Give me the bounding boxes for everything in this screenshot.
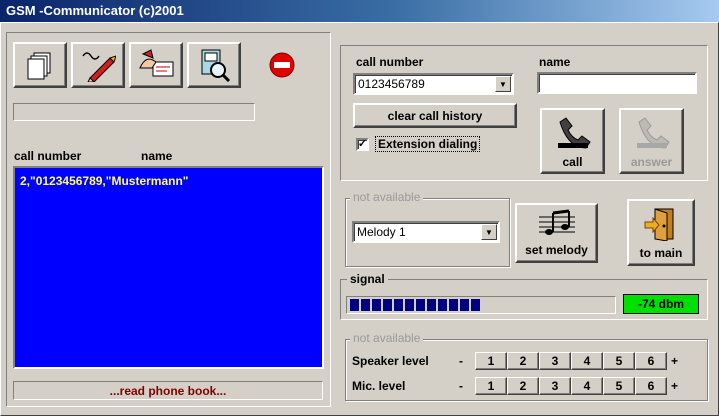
to-main-button[interactable]: to main <box>627 199 695 266</box>
speaker-level-1-button[interactable]: 1 <box>475 352 507 370</box>
extension-dialing-checkbox[interactable]: ✓ Extension dialing <box>356 136 481 152</box>
speaker-level-minus: - <box>459 354 463 368</box>
phone-search-button[interactable] <box>187 42 241 88</box>
melody-group-label: not available <box>350 190 424 204</box>
mic-level-4-button[interactable]: 4 <box>571 377 603 395</box>
set-melody-button[interactable]: set melody <box>515 203 598 263</box>
signal-segment <box>460 299 469 311</box>
stop-icon <box>269 52 295 78</box>
music-notes-icon <box>538 209 575 235</box>
mic-level-5-button[interactable]: 5 <box>603 377 635 395</box>
speaker-level-2-button[interactable]: 2 <box>507 352 539 370</box>
name-field[interactable] <box>537 72 697 94</box>
signal-segment <box>449 299 458 311</box>
call-number-label: call number <box>356 55 424 69</box>
levels-group-label: not available <box>350 331 424 345</box>
phonebook-status-text: ...read phone book... <box>109 383 227 398</box>
signal-segment <box>416 299 425 311</box>
signal-value-box: -74 dbm <box>623 294 699 314</box>
speaker-level-6-button[interactable]: 6 <box>635 352 667 370</box>
phonebook-name-header: name <box>141 149 173 163</box>
signal-segment <box>438 299 447 311</box>
write-entry-button[interactable] <box>71 42 125 88</box>
window-title: GSM -Communicator (c)2001 <box>6 3 184 18</box>
signal-segment <box>405 299 414 311</box>
speaker-level-label: Speaker level <box>352 354 429 368</box>
call-button[interactable]: call <box>540 108 605 174</box>
call-number-value: 0123456789 <box>358 77 425 91</box>
signal-meter <box>346 296 616 314</box>
name-label: name <box>539 55 571 69</box>
speaker-level-5-button[interactable]: 5 <box>603 352 635 370</box>
mic-level-label: Mic. level <box>352 379 406 393</box>
melody-select[interactable]: Melody 1 ▼ <box>352 221 500 243</box>
signal-segment <box>471 299 480 311</box>
extension-dialing-label: Extension dialing <box>374 136 481 152</box>
phonebook-list[interactable]: 2,"0123456789,"Mustermann" <box>13 166 324 369</box>
speaker-level-plus: + <box>671 354 679 368</box>
toolbar-status-field <box>13 103 255 121</box>
answer-label: answer <box>630 155 673 169</box>
mic-level-2-button[interactable]: 2 <box>507 377 539 395</box>
list-item[interactable]: 2,"0123456789,"Mustermann" <box>15 168 322 188</box>
chevron-down-icon[interactable]: ▼ <box>481 224 497 240</box>
clear-call-history-button[interactable]: clear call history <box>353 103 517 128</box>
mic-level-3-button[interactable]: 3 <box>539 377 571 395</box>
pen-write-icon <box>82 52 116 82</box>
speaker-level-4-button[interactable]: 4 <box>571 352 603 370</box>
notepad-icon <box>27 52 51 80</box>
call-number-combo[interactable]: 0123456789 ▼ <box>353 73 514 95</box>
signal-segment <box>427 299 436 311</box>
exit-door-icon <box>644 208 674 241</box>
phonebook-number-header: call number <box>14 149 82 163</box>
mic-level-plus: + <box>671 379 679 393</box>
stop-button[interactable] <box>255 42 309 88</box>
hand-card-icon <box>139 49 174 77</box>
chevron-down-icon[interactable]: ▼ <box>495 76 511 92</box>
clear-call-history-label: clear call history <box>387 108 483 123</box>
notepad-button[interactable] <box>13 42 67 88</box>
set-melody-label: set melody <box>525 243 588 257</box>
speaker-level-row: Speaker level - 1 2 3 4 5 6 + <box>352 351 678 371</box>
mic-level-6-button[interactable]: 6 <box>635 377 667 395</box>
answer-phone-icon <box>636 117 670 149</box>
melody-value: Melody 1 <box>357 225 406 239</box>
send-card-button[interactable] <box>129 42 183 88</box>
title-bar: GSM -Communicator (c)2001 <box>0 0 719 22</box>
answer-button[interactable]: answer <box>619 108 684 174</box>
phone-search-icon <box>201 49 231 82</box>
call-label: call <box>562 155 583 169</box>
signal-segment <box>350 299 359 311</box>
mic-level-row: Mic. level - 1 2 3 4 5 6 + <box>352 376 678 396</box>
mic-level-minus: - <box>459 379 463 393</box>
phonebook-status: ...read phone book... <box>13 381 323 400</box>
speaker-level-3-button[interactable]: 3 <box>539 352 571 370</box>
phone-handset-icon <box>557 117 591 149</box>
signal-segment <box>372 299 381 311</box>
signal-segment <box>394 299 403 311</box>
signal-segment <box>383 299 392 311</box>
signal-value: -74 dbm <box>637 297 684 311</box>
to-main-label: to main <box>639 246 683 260</box>
mic-level-1-button[interactable]: 1 <box>475 377 507 395</box>
signal-bar <box>350 299 615 311</box>
signal-label: signal <box>347 272 388 286</box>
signal-segment <box>361 299 370 311</box>
checkbox-check-icon[interactable]: ✓ <box>356 137 369 151</box>
